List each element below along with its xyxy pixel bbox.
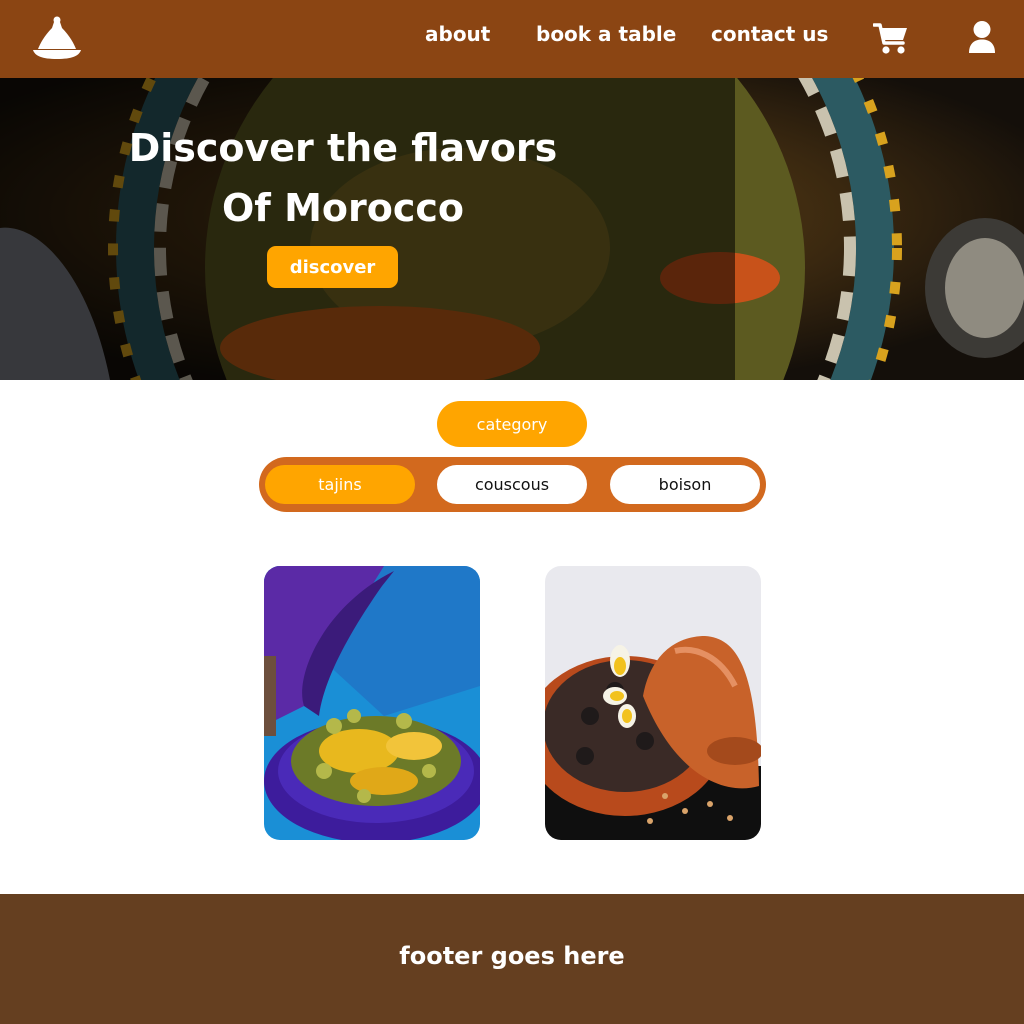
category-label: category [437,401,587,447]
tagine-icon[interactable] [32,16,82,60]
tab-tajins[interactable]: tajins [265,465,415,504]
hero-title-line-2: Of Morocco [222,186,464,230]
nav-book-table-link[interactable]: book a table [536,22,676,46]
nav-contact-link[interactable]: contact us [711,22,828,46]
footer-text: footer goes here [399,942,625,970]
hero-title-line-1: Discover the flavors [128,126,558,170]
tab-boison[interactable]: boison [610,465,760,504]
user-icon[interactable] [966,20,998,54]
dish-card[interactable] [264,566,480,840]
chicken-tagine-image [264,566,480,840]
hero-banner: Discover the flavors Of Morocco discover [0,78,1024,380]
top-navbar: about book a table contact us [0,0,1024,78]
cart-icon[interactable] [873,22,909,56]
category-tabs: tajins couscous boison [259,457,766,512]
tab-couscous[interactable]: couscous [437,465,587,504]
hero-title: Discover the flavors Of Morocco [118,118,568,238]
nav-about-link[interactable]: about [425,22,490,46]
discover-button[interactable]: discover [267,246,398,288]
dish-card[interactable] [545,566,761,840]
footer: footer goes here [0,894,1024,1024]
lamb-tagine-image [545,566,761,840]
